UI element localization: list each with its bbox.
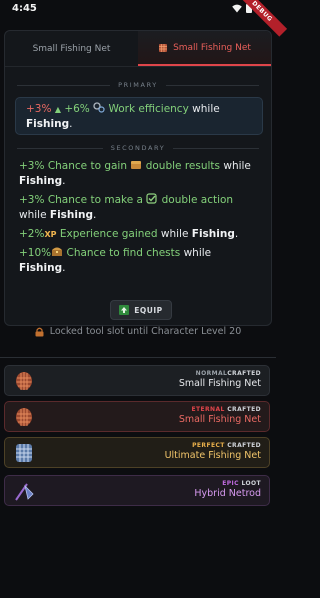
stat-value: +3% bbox=[19, 194, 45, 206]
stat-skill: Fishing bbox=[19, 175, 63, 187]
inventory-item[interactable]: NORMALCRAFTED Small Fishing Net bbox=[4, 365, 270, 396]
netrod-icon bbox=[15, 483, 34, 501]
item-name: Hybrid Netrod bbox=[194, 488, 261, 499]
secondary-stat-chests: +10% Chance to find chests while Fishing… bbox=[19, 246, 263, 276]
inventory-item-meta: EPIC LOOT Hybrid Netrod bbox=[194, 480, 261, 499]
stat-period: . bbox=[234, 228, 239, 240]
item-tag: EPIC LOOT bbox=[194, 480, 261, 487]
fishing-net-icon bbox=[16, 408, 32, 426]
locked-note-text: Locked tool slot until Character Level 2… bbox=[49, 326, 242, 337]
secondary-stat-experience: +2%XP Experience gained while Fishing. bbox=[19, 227, 263, 242]
stat-period: . bbox=[62, 175, 66, 187]
status-bar: 4:45 DEBUG bbox=[0, 0, 288, 37]
tool-detail-panel: Small Fishing Net Small Fishing Net PRIM… bbox=[4, 30, 272, 326]
inventory-item[interactable]: EPIC LOOT Hybrid Netrod bbox=[4, 475, 270, 506]
rarity-label: NORMAL bbox=[195, 370, 228, 377]
chest-icon bbox=[52, 247, 63, 256]
up-arrow-icon: ▲ bbox=[54, 105, 61, 114]
primary-value-2: +6% bbox=[64, 103, 90, 115]
secondary-section-label: SECONDARY bbox=[5, 144, 271, 152]
secondary-stat-double-action: +3% Chance to make a double action while… bbox=[19, 193, 263, 223]
primary-section-label: PRIMARY bbox=[5, 81, 271, 89]
stat-highlight: Chance to find chests bbox=[66, 247, 181, 259]
stat-period: . bbox=[62, 262, 66, 274]
inventory-item[interactable]: PERFECT CRAFTED Ultimate Fishing Net bbox=[4, 437, 270, 468]
gears-icon bbox=[93, 102, 105, 113]
stat-highlight: Experience gained bbox=[59, 228, 158, 240]
wifi-icon bbox=[232, 4, 242, 12]
primary-stat-box: +3% ▲ +6% Work efficiency while Fishing. bbox=[15, 97, 263, 135]
source-label: CRAFTED bbox=[227, 442, 261, 449]
stat-value: +10% bbox=[19, 247, 52, 259]
locked-slot-note: Locked tool slot until Character Level 2… bbox=[0, 326, 276, 337]
primary-value-1: +3% bbox=[26, 103, 52, 115]
checkmark-icon bbox=[146, 193, 157, 204]
rarity-label: EPIC bbox=[222, 480, 239, 487]
status-time: 4:45 bbox=[12, 3, 37, 14]
tool-tabs: Small Fishing Net Small Fishing Net bbox=[5, 31, 271, 67]
primary-label-text: PRIMARY bbox=[118, 81, 158, 89]
secondary-stat-list: +3% Chance to gain double results while … bbox=[19, 159, 263, 280]
inventory-item-meta: ETERNAL CRAFTED Small Fishing Net bbox=[179, 406, 261, 425]
equip-label: EQUIP bbox=[134, 305, 163, 315]
source-label: LOOT bbox=[241, 480, 261, 487]
rarity-label: ETERNAL bbox=[191, 406, 225, 413]
secondary-label-text: SECONDARY bbox=[110, 144, 166, 152]
primary-while: while bbox=[192, 103, 220, 115]
item-name: Ultimate Fishing Net bbox=[164, 450, 261, 461]
tab-label: Small Fishing Net bbox=[32, 43, 111, 54]
stat-while: while bbox=[183, 247, 212, 259]
source-label: CRAFTED bbox=[227, 370, 261, 377]
stat-while: while bbox=[160, 228, 189, 240]
stat-skill: Fishing bbox=[49, 209, 93, 221]
fishing-net-icon bbox=[16, 372, 32, 390]
stat-text: Chance to make a bbox=[47, 194, 143, 206]
ultimate-net-icon bbox=[16, 444, 32, 462]
primary-period: . bbox=[69, 118, 73, 130]
inventory-item-meta: NORMALCRAFTED Small Fishing Net bbox=[179, 370, 261, 389]
source-label: CRAFTED bbox=[227, 406, 261, 413]
stat-while: while bbox=[223, 160, 251, 172]
item-tag: ETERNAL CRAFTED bbox=[179, 406, 261, 413]
inventory-item-meta: PERFECT CRAFTED Ultimate Fishing Net bbox=[165, 442, 261, 461]
item-name: Small Fishing Net bbox=[178, 378, 261, 389]
stat-highlight: double results bbox=[145, 160, 221, 172]
divider bbox=[0, 357, 276, 358]
stat-period: . bbox=[92, 209, 97, 221]
equip-button[interactable]: EQUIP bbox=[110, 300, 172, 320]
stat-highlight: double action bbox=[161, 194, 234, 206]
stat-skill: Fishing bbox=[19, 262, 63, 274]
treasure-box-icon bbox=[131, 161, 142, 169]
stat-skill: Fishing bbox=[191, 228, 235, 240]
inventory-item[interactable]: ETERNAL CRAFTED Small Fishing Net bbox=[4, 401, 270, 432]
fishing-net-icon bbox=[159, 43, 168, 52]
stat-value: +3% bbox=[19, 160, 45, 172]
secondary-stat-double-results: +3% Chance to gain double results while … bbox=[19, 159, 263, 189]
tab-label: Small Fishing Net bbox=[173, 42, 251, 53]
tab-small-fishing-net-normal[interactable]: Small Fishing Net bbox=[5, 31, 138, 66]
xp-icon: XP bbox=[44, 230, 57, 239]
primary-stat-name: Work efficiency bbox=[108, 103, 189, 115]
stat-text: Chance to gain bbox=[47, 160, 128, 172]
item-tag: PERFECT CRAFTED bbox=[165, 442, 261, 449]
primary-skill: Fishing bbox=[26, 118, 70, 130]
tab-small-fishing-net-eternal[interactable]: Small Fishing Net bbox=[138, 31, 271, 66]
stat-value: +2% bbox=[19, 228, 45, 240]
equip-arrow-icon bbox=[119, 305, 130, 315]
item-name: Small Fishing Net bbox=[178, 414, 261, 425]
stat-while: while bbox=[19, 209, 47, 221]
rarity-label: PERFECT bbox=[192, 442, 225, 449]
lock-icon bbox=[35, 327, 44, 336]
item-tag: NORMALCRAFTED bbox=[179, 370, 261, 377]
